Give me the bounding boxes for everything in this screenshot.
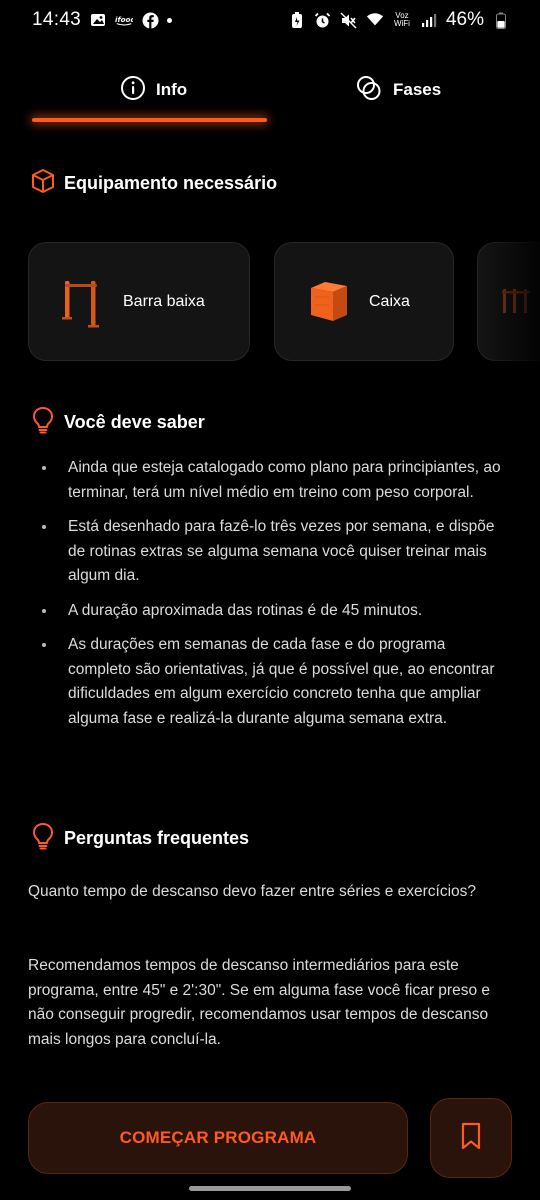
battery-icon xyxy=(492,11,510,29)
bookmark-button[interactable] xyxy=(430,1098,512,1178)
faq-section-header: Perguntas frequentes xyxy=(30,822,249,855)
list-item-text: As durações em semanas de cada fase e do… xyxy=(68,636,495,727)
parallel-bars-icon xyxy=(500,275,540,329)
should-know-section-title: Você deve saber xyxy=(64,412,205,432)
mute-icon xyxy=(340,11,358,29)
bullet-icon xyxy=(42,466,46,470)
box-icon xyxy=(303,275,357,329)
list-item: Ainda que esteja catalogado como plano p… xyxy=(38,456,508,505)
facebook-icon xyxy=(141,11,159,29)
bullet-icon xyxy=(42,608,46,613)
equipment-section-header: Equipamento necessário xyxy=(30,168,277,199)
tab-info[interactable]: Info xyxy=(120,68,187,112)
status-time: 14:43 xyxy=(32,9,82,30)
faq-question: Quanto tempo de descanso devo fazer entr… xyxy=(28,883,477,900)
tab-info-label: Info xyxy=(156,80,188,99)
list-item-text: A duração aproximada das rotinas é de 45… xyxy=(68,601,423,619)
battery-percent: 46% xyxy=(445,9,484,30)
active-tab-indicator xyxy=(32,118,267,122)
equipment-card-box[interactable]: Caixa xyxy=(274,242,454,361)
start-program-button[interactable]: COMEÇAR PROGRAMA xyxy=(28,1102,408,1174)
status-left: 14:43 ifood xyxy=(32,9,173,31)
dot-icon xyxy=(167,17,173,23)
status-right: Voz WiFi 46% xyxy=(288,9,510,31)
equipment-card-low-bar[interactable]: Barra baixa xyxy=(28,242,250,361)
home-indicator[interactable] xyxy=(189,1186,351,1191)
lightbulb-icon xyxy=(30,406,56,439)
faq-section-title: Perguntas frequentes xyxy=(64,828,250,848)
list-item: A duração aproximada das rotinas é de 45… xyxy=(38,599,508,624)
low-bar-icon xyxy=(57,275,111,329)
network-label: Voz WiFi xyxy=(393,11,410,28)
box-outline-icon xyxy=(30,168,56,199)
gallery-icon xyxy=(89,11,107,29)
battery-saver-icon xyxy=(288,11,306,29)
wifi-icon xyxy=(366,11,384,29)
equipment-carousel[interactable]: Barra baixa Caixa xyxy=(28,242,540,362)
should-know-list: Ainda que esteja catalogado como plano p… xyxy=(38,456,508,741)
bullet-icon xyxy=(42,525,46,529)
lightbulb-icon xyxy=(30,822,56,855)
tab-fases[interactable]: Fases xyxy=(355,68,441,112)
bookmark-icon xyxy=(459,1122,483,1155)
ifood-icon: ifood xyxy=(115,11,133,29)
list-item: As durações em semanas de cada fase e do… xyxy=(38,633,508,731)
list-item-text: Ainda que esteja catalogado como plano p… xyxy=(68,459,501,501)
equipment-card-label: Barra baixa xyxy=(123,292,205,310)
tab-bar: Info Fases xyxy=(0,60,540,126)
faq-answer: Recomendamos tempos de descanso intermed… xyxy=(28,957,490,1048)
equipment-card-label: Caixa xyxy=(369,292,410,310)
signal-icon xyxy=(420,11,438,29)
equipment-section-title: Equipamento necessário xyxy=(64,173,278,193)
alarm-icon xyxy=(314,11,332,29)
tab-fases-label: Fases xyxy=(393,80,442,99)
bullet-icon xyxy=(42,643,46,647)
status-bar: 14:43 ifood Voz WiFi 46% xyxy=(0,0,540,40)
info-icon xyxy=(120,75,146,106)
should-know-section-header: Você deve saber xyxy=(30,406,205,439)
equipment-card-parallel-bars[interactable] xyxy=(477,242,540,361)
list-item-text: Está desenhado para fazê-lo três vezes p… xyxy=(68,518,495,584)
svg-text:ifood: ifood xyxy=(115,15,133,24)
phases-icon xyxy=(355,75,383,106)
list-item: Está desenhado para fazê-lo três vezes p… xyxy=(38,515,508,589)
